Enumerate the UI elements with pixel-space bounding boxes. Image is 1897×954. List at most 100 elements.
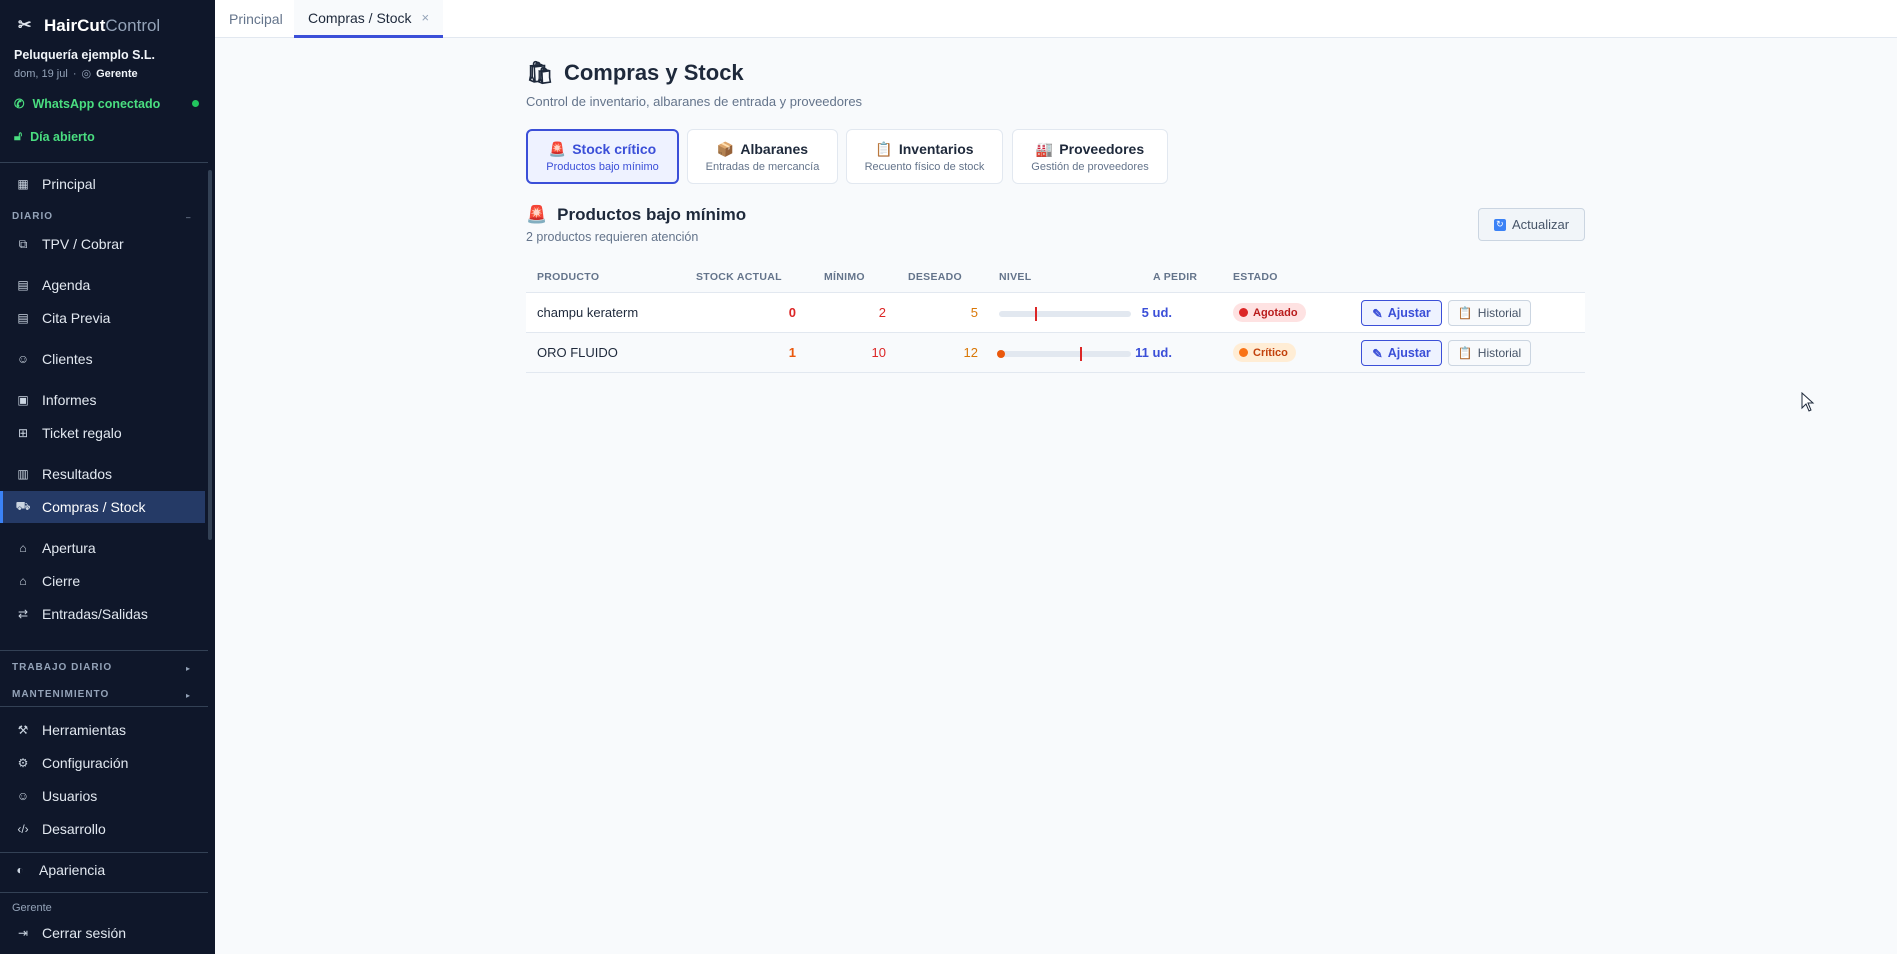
status-badge: Crítico: [1233, 343, 1296, 362]
refresh-icon: ↻: [1493, 218, 1506, 231]
logout-button[interactable]: ⇥ Cerrar sesión: [0, 917, 205, 949]
sidebar-item-entradas-salidas[interactable]: ⇄ Entradas/Salidas: [0, 598, 205, 630]
subtab-stock-critico[interactable]: 🚨 Stock crítico Productos bajo mínimo: [526, 129, 679, 184]
minimum-marker: [1079, 347, 1082, 361]
table-row: champu keraterm 0 2 5 5 ud. Agotado ✎ Aju…: [526, 293, 1585, 333]
divider: [0, 892, 208, 893]
brand-logo: ✂ HairCutControl: [18, 16, 160, 36]
history-button[interactable]: 📋 Historial: [1448, 300, 1531, 326]
pencil-icon: ✎: [1372, 346, 1383, 361]
palette-icon: ◐: [16, 863, 24, 877]
sidebar-item-cita-previa[interactable]: ▤ Cita Previa: [0, 302, 205, 334]
user-meta: dom, 19 jul · ◎ Gerente: [14, 67, 138, 81]
collapse-icon[interactable]: –: [186, 213, 190, 222]
users-icon: ☺: [16, 352, 30, 366]
mouse-cursor-icon: [1801, 392, 1815, 412]
package-icon: 📦: [716, 140, 735, 157]
page-title: 🛍 Compras y Stock: [526, 60, 744, 85]
sidebar-scrollbar[interactable]: [208, 170, 212, 540]
status-badge: Agotado: [1233, 303, 1306, 322]
header-stock-actual: STOCK ACTUAL: [696, 271, 782, 283]
users-icon: ☺: [16, 789, 30, 803]
sidebar-item-usuarios[interactable]: ☺ Usuarios: [0, 780, 205, 812]
unlock-icon: ⌂: [19, 541, 27, 555]
subtab-proveedores[interactable]: 🏭 Proveedores Gestión de proveedores: [1012, 129, 1168, 184]
sidebar-item-informes[interactable]: ▣ Informes: [0, 384, 205, 416]
sidebar-item-agenda[interactable]: ▤ Agenda: [0, 269, 205, 301]
sidebar-item-principal[interactable]: ▦ Principal: [0, 168, 205, 200]
whatsapp-online-dot: [192, 100, 199, 107]
wrench-icon: ⚒: [17, 723, 29, 737]
cart-icon: ⛟: [15, 499, 31, 513]
sidebar-item-compras-stock[interactable]: ⛟ Compras / Stock: [0, 491, 205, 523]
clipboard-icon: 📋: [875, 140, 893, 157]
unlock-icon: 🔓︎: [14, 129, 23, 143]
stock-actual: 1: [788, 345, 796, 360]
product-name: ORO FLUIDO: [537, 345, 618, 360]
gear-icon: ⚙: [17, 756, 29, 770]
day-status-label: Día abierto: [30, 129, 95, 144]
table-header: PRODUCTO STOCK ACTUAL MÍNIMO DESEADO NIV…: [526, 266, 1585, 293]
stock-actual: 0: [788, 305, 796, 320]
close-icon[interactable]: ×: [421, 10, 429, 25]
table-row: ORO FLUIDO 1 10 12 11 ud. Crítico ✎ Ajust…: [526, 333, 1585, 373]
code-icon: ‹/›: [17, 822, 29, 836]
sidebar-item-ticket-regalo[interactable]: ⊞ Ticket regalo: [0, 417, 205, 449]
bar-chart-icon: ▥: [17, 467, 29, 481]
tab-bar: Principal Compras / Stock ×: [215, 0, 1897, 38]
current-date: dom, 19 jul: [14, 67, 68, 80]
header-deseado: DESEADO: [908, 271, 963, 283]
expand-icon[interactable]: ▸: [186, 691, 190, 700]
whatsapp-label: WhatsApp conectado: [32, 96, 161, 111]
level-indicator: [997, 350, 1005, 358]
sidebar-item-herramientas[interactable]: ⚒ Herramientas: [0, 714, 205, 746]
user-icon: ◎: [81, 68, 92, 80]
gift-icon: ⊞: [17, 426, 29, 440]
subtab-albaranes[interactable]: 📦 Albaranes Entradas de mercancía: [687, 129, 838, 184]
adjust-button[interactable]: ✎ Ajustar: [1361, 300, 1442, 326]
tab-principal[interactable]: Principal: [215, 0, 297, 38]
sidebar-item-cierre[interactable]: ⌂ Cierre: [0, 565, 205, 597]
sidebar-item-resultados[interactable]: ▥ Resultados: [0, 458, 205, 490]
alert-icon: 🚨: [526, 205, 548, 224]
shopping-bag-icon: 🛍: [526, 60, 554, 85]
calendar-icon: ▤: [17, 278, 29, 292]
user-role: Gerente: [96, 67, 138, 80]
footer-role: Gerente: [12, 902, 52, 914]
day-status[interactable]: 🔓︎ Día abierto: [14, 129, 95, 144]
stock-deseado: 12: [963, 345, 978, 360]
whatsapp-status[interactable]: ✆ WhatsApp conectado: [14, 96, 161, 112]
sidebar-item-configuracion[interactable]: ⚙ Configuración: [0, 747, 205, 779]
minimum-marker: [1034, 307, 1037, 321]
pencil-icon: ✎: [1372, 306, 1383, 321]
sidebar-item-tpv[interactable]: ⧉ TPV / Cobrar: [0, 228, 205, 260]
header-producto: PRODUCTO: [537, 271, 600, 283]
sidebar-item-desarrollo[interactable]: ‹/› Desarrollo: [0, 813, 205, 845]
expand-icon[interactable]: ▸: [186, 664, 190, 673]
divider: [0, 706, 208, 707]
product-name: champu keraterm: [537, 305, 639, 320]
section-mantenimiento[interactable]: MANTENIMIENTO: [12, 689, 109, 700]
status-dot-icon: [1239, 308, 1248, 317]
stock-deseado: 5: [970, 305, 978, 320]
order-quantity: 11 ud.: [1135, 345, 1172, 360]
subtab-inventarios[interactable]: 📋 Inventarios Recuento físico de stock: [846, 129, 1003, 184]
tab-compras-stock[interactable]: Compras / Stock ×: [294, 0, 444, 38]
order-quantity: 5 ud.: [1141, 305, 1172, 320]
whatsapp-icon: ✆: [14, 97, 25, 111]
history-button[interactable]: 📋 Historial: [1448, 340, 1531, 366]
section-trabajo-diario[interactable]: TRABAJO DIARIO: [12, 662, 112, 673]
brand-sub: Control: [105, 16, 161, 35]
adjust-button[interactable]: ✎ Ajustar: [1361, 340, 1442, 366]
stock-minimo: 2: [878, 305, 886, 320]
page-subtitle: Control de inventario, albaranes de entr…: [526, 94, 863, 109]
sidebar-item-clientes[interactable]: ☺ Clientes: [0, 343, 205, 375]
refresh-button[interactable]: ↻ Actualizar: [1478, 208, 1585, 241]
scissors-icon: ✂: [18, 17, 32, 34]
section-diario[interactable]: DIARIO: [12, 211, 53, 222]
clipboard-icon: 📋: [1457, 346, 1473, 360]
sidebar-item-apertura[interactable]: ⌂ Apertura: [0, 532, 205, 564]
stock-minimo: 10: [871, 345, 886, 360]
sidebar-item-apariencia[interactable]: ◐ Apariencia: [0, 854, 205, 886]
divider: [0, 650, 208, 651]
